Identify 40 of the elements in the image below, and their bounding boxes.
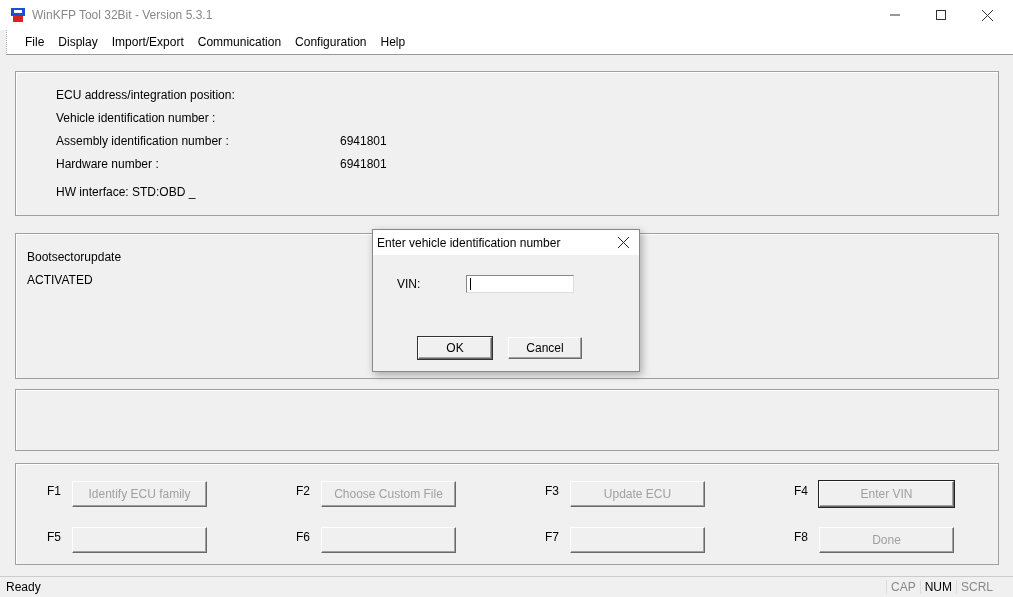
window-title: WinKFP Tool 32Bit - Version 5.3.1	[32, 8, 213, 22]
function-button[interactable]	[570, 527, 705, 553]
function-button[interactable]	[321, 527, 456, 553]
key-label: F3	[545, 483, 560, 498]
status-text: Ready	[6, 580, 41, 594]
field-label: Hardware number :	[56, 157, 160, 173]
menu-item[interactable]: Help	[380, 35, 406, 49]
status-text: Bootsectorupdate	[27, 250, 122, 264]
key-label: F4	[794, 483, 809, 498]
maximize-icon[interactable]	[936, 10, 946, 20]
menu-item[interactable]: Display	[58, 35, 98, 49]
dialog-title: Enter vehicle identification number	[377, 235, 561, 250]
key-indicator: SCRL	[956, 580, 997, 594]
function-button[interactable]	[72, 527, 207, 553]
key-label: F8	[794, 529, 809, 544]
field-label: Assembly identification number :	[56, 134, 230, 150]
key-indicator: NUM	[919, 580, 956, 594]
field-label: ECU address/integration position:	[56, 88, 236, 104]
key-label: F5	[47, 529, 62, 544]
vin-input-field[interactable]	[466, 275, 575, 293]
key-label: F6	[296, 529, 311, 544]
dialog-button[interactable]: Cancel	[508, 337, 582, 359]
menu-item[interactable]: Configuration	[295, 35, 367, 49]
field-label: VIN:	[397, 277, 421, 291]
field-label: Vehicle identification number :	[56, 111, 217, 127]
close-icon[interactable]	[982, 9, 993, 21]
field-value: 6941801	[340, 134, 387, 150]
key-label: F1	[47, 483, 62, 498]
status-text: ACTIVATED	[27, 273, 93, 287]
menu-item[interactable]: Communication	[197, 35, 282, 49]
menu-item[interactable]: Import/Export	[111, 35, 184, 49]
key-label: F2	[296, 483, 311, 498]
menu-item[interactable]: File	[25, 35, 45, 49]
field-value: 6941801	[340, 157, 387, 173]
app-icon	[10, 7, 26, 23]
dialog-button[interactable]: OK	[418, 337, 492, 359]
key-indicator: CAP	[885, 580, 920, 594]
interface-text: HW interface: STD:OBD _	[56, 185, 197, 199]
key-label: F7	[545, 529, 560, 544]
close-icon[interactable]	[618, 237, 629, 248]
